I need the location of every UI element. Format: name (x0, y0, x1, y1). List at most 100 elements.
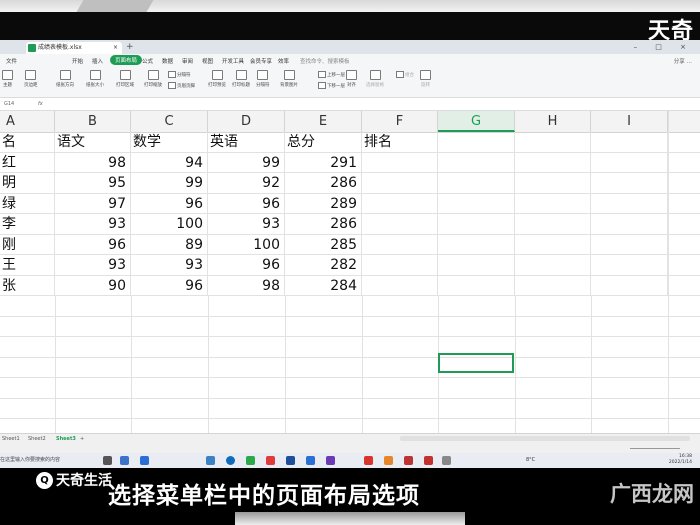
header-footer-button[interactable]: 页眉页脚 (168, 82, 195, 89)
cell[interactable] (515, 152, 591, 173)
cell[interactable] (515, 193, 591, 214)
menu-home[interactable]: 开始 (72, 57, 83, 65)
add-sheet-button[interactable]: + (80, 436, 84, 442)
fx-icon[interactable]: fx (38, 101, 43, 107)
cell[interactable]: 93 (55, 255, 131, 275)
cell[interactable] (438, 193, 515, 214)
horizontal-scrollbar[interactable] (400, 436, 690, 441)
cell[interactable]: 289 (285, 193, 362, 214)
cell[interactable]: 282 (285, 255, 362, 275)
zoom-slider[interactable] (630, 448, 680, 449)
sheet-tab-3[interactable]: Sheet3 (56, 436, 76, 442)
column-header-c[interactable]: C (131, 111, 208, 132)
app-orange-icon[interactable] (384, 456, 393, 465)
cell[interactable]: 99 (131, 173, 208, 193)
cell[interactable]: 93 (208, 214, 285, 234)
cell[interactable] (438, 173, 515, 193)
cell[interactable]: 95 (55, 173, 131, 193)
cell[interactable]: 李 (0, 214, 55, 234)
page-break-button[interactable]: 分隔符 (168, 71, 191, 78)
cell[interactable]: 数学 (131, 132, 208, 152)
cell[interactable]: 96 (208, 193, 285, 214)
cell[interactable]: 93 (55, 214, 131, 234)
new-tab-button[interactable]: + (126, 40, 134, 54)
cell[interactable]: 绿 (0, 193, 55, 214)
cell[interactable] (438, 275, 515, 296)
edge-browser-icon[interactable] (226, 456, 235, 465)
cell[interactable] (591, 193, 668, 214)
cell[interactable] (591, 173, 668, 193)
menu-view[interactable]: 视图 (202, 57, 213, 65)
cell[interactable]: 96 (131, 193, 208, 214)
cell[interactable]: 明 (0, 173, 55, 193)
cell[interactable] (591, 214, 668, 234)
paper-size-button[interactable]: 纸张大小 (86, 70, 104, 88)
menu-data[interactable]: 数据 (162, 57, 173, 65)
cell[interactable] (438, 234, 515, 255)
app-red-icon[interactable] (266, 456, 275, 465)
cell[interactable]: 96 (55, 234, 131, 255)
cell[interactable] (591, 152, 668, 173)
menu-efficiency[interactable]: 效率 (278, 57, 289, 65)
cell[interactable]: 100 (131, 214, 208, 234)
app-icon-2[interactable] (424, 456, 433, 465)
cell[interactable] (438, 152, 515, 173)
cell[interactable]: 红 (0, 152, 55, 173)
cell[interactable] (438, 132, 515, 152)
folder-icon[interactable] (206, 456, 215, 465)
cell[interactable]: 100 (208, 234, 285, 255)
align-button[interactable]: 对齐 (346, 70, 357, 88)
menu-formula[interactable]: 公式 (142, 57, 153, 65)
menu-review[interactable]: 审阅 (182, 57, 193, 65)
cell[interactable] (515, 132, 591, 152)
menu-page-layout[interactable]: 页面布局 (110, 55, 143, 65)
cell[interactable] (591, 275, 668, 296)
cell[interactable] (438, 214, 515, 234)
app-icon-3[interactable] (442, 456, 451, 465)
cell[interactable] (362, 214, 438, 234)
cell[interactable]: 92 (208, 173, 285, 193)
menu-file[interactable]: 文件 (6, 57, 17, 65)
cell[interactable]: 名 (0, 132, 55, 152)
menu-member[interactable]: 会员专享 (250, 57, 272, 65)
cell[interactable]: 284 (285, 275, 362, 296)
print-preview-button[interactable]: 打印预览 (208, 70, 226, 88)
cell[interactable]: 286 (285, 173, 362, 193)
cell[interactable]: 97 (55, 193, 131, 214)
cell[interactable]: 291 (285, 152, 362, 173)
cell[interactable]: 刚 (0, 234, 55, 255)
column-header-f[interactable]: F (362, 111, 438, 132)
premiere-icon[interactable] (326, 456, 335, 465)
cell[interactable] (591, 132, 668, 152)
cell[interactable]: 90 (55, 275, 131, 296)
separator-button[interactable]: 分隔符 (256, 70, 270, 88)
document-tab[interactable]: 成绩表模板.xlsx × (26, 42, 122, 54)
cell[interactable] (515, 214, 591, 234)
column-header-a[interactable]: A (0, 111, 55, 132)
active-window-icon[interactable] (140, 456, 149, 465)
sheet-tab-1[interactable]: Sheet1 (2, 436, 20, 442)
selected-cell[interactable] (438, 353, 514, 373)
cell[interactable]: 286 (285, 214, 362, 234)
close-tab-icon[interactable]: × (113, 42, 118, 54)
cell[interactable] (515, 275, 591, 296)
selection-pane-button[interactable]: 选择窗格 (366, 70, 384, 88)
cell[interactable]: 89 (131, 234, 208, 255)
share-button[interactable]: 分享 … (674, 57, 692, 65)
clock[interactable]: 16:38 2022/1/14 (669, 454, 692, 466)
cell[interactable] (515, 234, 591, 255)
cell[interactable] (438, 255, 515, 275)
orientation-button[interactable]: 纸张方向 (56, 70, 74, 88)
background-image-button[interactable]: 背景图片 (280, 70, 298, 88)
cell[interactable] (362, 234, 438, 255)
column-header-i[interactable]: I (591, 111, 668, 132)
group-button[interactable]: 组合 (396, 71, 414, 78)
cell[interactable] (362, 255, 438, 275)
theme-button[interactable]: 主题 (2, 70, 13, 88)
print-titles-button[interactable]: 打印标题 (232, 70, 250, 88)
cell[interactable] (515, 255, 591, 275)
sheet-tab-2[interactable]: Sheet2 (28, 436, 46, 442)
column-header-d[interactable]: D (208, 111, 285, 132)
cell[interactable]: 94 (131, 152, 208, 173)
cell[interactable]: 98 (208, 275, 285, 296)
